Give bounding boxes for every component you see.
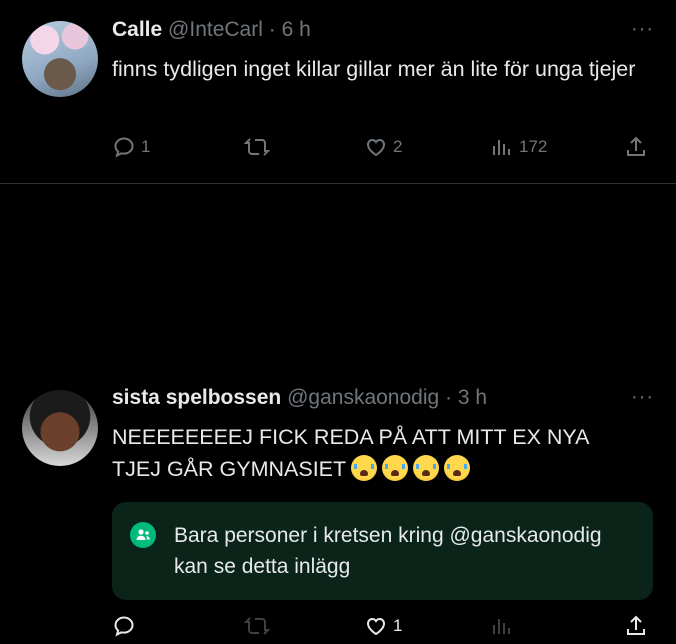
reply-icon — [114, 137, 134, 158]
circle-people-icon — [130, 522, 156, 548]
action-bar: 1 — [0, 612, 676, 644]
loudly-crying-emoji — [413, 455, 440, 481]
tweet-calle[interactable]: Calle @InteCarl · 6 h ··· finns tydligen… — [0, 0, 676, 184]
repost-icon — [244, 138, 270, 156]
views-button[interactable]: 172 — [490, 135, 547, 159]
tweet-text-line-content: TJEJ GÅR GYMNASIET — [112, 457, 347, 481]
reply-count: 1 — [141, 137, 151, 156]
like-button[interactable]: 2 — [364, 135, 402, 159]
separator: · — [268, 18, 276, 41]
more-options-icon[interactable]: ··· — [631, 386, 654, 409]
reply-button[interactable] — [112, 614, 141, 638]
loudly-crying-emoji — [351, 455, 378, 481]
circle-notice-text: Bara personer i kretsen kring @ganskaono… — [174, 524, 602, 578]
like-icon — [366, 138, 386, 157]
like-count: 2 — [393, 137, 403, 156]
avatar[interactable] — [22, 390, 98, 466]
repost-button[interactable] — [244, 135, 275, 159]
handle[interactable]: @InteCarl — [168, 18, 263, 41]
tweet-text: NEEEEEEEEJ FICK REDA PÅ ATT MITT EX NYA … — [112, 421, 652, 485]
circle-notice[interactable]: Bara personer i kretsen kring @ganskaono… — [112, 502, 653, 600]
like-count: 1 — [393, 616, 403, 635]
share-button[interactable] — [624, 135, 648, 159]
more-options-icon[interactable]: ··· — [631, 18, 654, 41]
reply-button[interactable]: 1 — [112, 135, 150, 159]
handle[interactable]: @ganskaonodig — [287, 386, 439, 409]
like-button[interactable]: 1 — [364, 614, 402, 638]
tweet-text: finns tydligen inget killar gillar mer ä… — [112, 57, 636, 81]
views-button[interactable] — [490, 614, 519, 638]
like-icon — [366, 617, 386, 636]
tweet-text-line: TJEJ GÅR GYMNASIET — [112, 453, 652, 485]
share-icon — [627, 615, 645, 635]
tweet-header: Calle @InteCarl · 6 h — [112, 18, 311, 42]
reply-icon — [114, 616, 134, 637]
share-button[interactable] — [624, 614, 648, 638]
tweet-text-line: NEEEEEEEEJ FICK REDA PÅ ATT MITT EX NYA — [112, 425, 590, 449]
loudly-crying-emoji — [444, 455, 471, 481]
views-count: 172 — [519, 137, 548, 156]
loudly-crying-emoji — [382, 455, 409, 481]
avatar[interactable] — [22, 21, 98, 97]
views-icon — [493, 140, 510, 155]
tweet-header: sista spelbossen @ganskaonodig · 3 h — [112, 386, 487, 410]
timestamp[interactable]: 3 h — [458, 386, 487, 409]
action-bar: 1 2 172 — [0, 131, 676, 163]
display-name[interactable]: Calle — [112, 18, 162, 41]
display-name[interactable]: sista spelbossen — [112, 386, 281, 409]
separator: · — [445, 386, 453, 409]
timestamp[interactable]: 6 h — [282, 18, 311, 41]
repost-button[interactable] — [244, 614, 275, 638]
share-icon — [627, 136, 645, 156]
views-icon — [493, 619, 510, 634]
repost-icon — [244, 617, 270, 635]
tweet-sista-spelbossen[interactable]: sista spelbossen @ganskaonodig · 3 h ···… — [0, 184, 676, 637]
